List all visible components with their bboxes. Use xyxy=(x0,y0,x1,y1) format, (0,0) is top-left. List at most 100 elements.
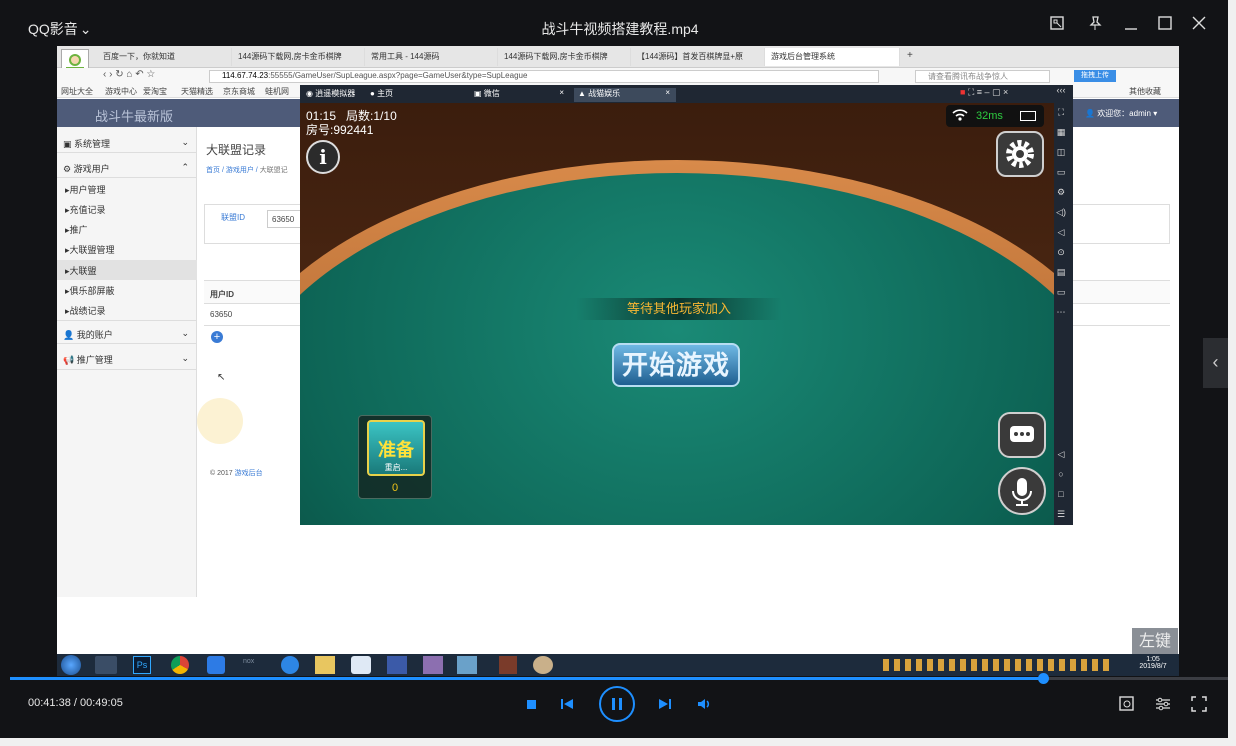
bookmark[interactable]: 网址大全 xyxy=(61,86,93,97)
emulator-window[interactable]: ◉ 逍遥模拟器 ● 主页 ▣ 微信 × ▲ 战猫娱乐 × ■ ⛶ ≡ – ▢ × 0… xyxy=(300,85,1073,525)
player-seat[interactable]: 准备 重启... 0 xyxy=(358,415,432,499)
browser-tab[interactable]: 常用工具 - 144源码 xyxy=(365,48,498,66)
taskbar-app-icon[interactable] xyxy=(457,656,477,674)
rotate-icon[interactable]: ▭ xyxy=(1054,167,1068,181)
browser-tab[interactable]: 144源码下载网,房卡金币棋牌 xyxy=(232,48,365,66)
start-game-button[interactable]: 开始游戏 xyxy=(612,343,740,387)
minimize-icon[interactable] xyxy=(1118,14,1144,40)
info-icon[interactable]: i xyxy=(306,140,340,174)
breadcrumb-link[interactable]: 首页 xyxy=(206,167,220,174)
browser-tab[interactable]: 【144源码】首发百棋牌显+原 xyxy=(631,48,765,66)
browser-tab[interactable]: 144源码下载网,房卡金币棋牌 xyxy=(498,48,631,66)
fullscreen-toggle-icon[interactable] xyxy=(1190,695,1208,713)
back-icon[interactable]: ◁ xyxy=(1054,449,1068,463)
emulator-tab[interactable]: ● 主页 xyxy=(366,88,466,102)
message-icon[interactable]: ▭ xyxy=(1054,287,1068,301)
menu-label: 战绩记录 xyxy=(69,306,106,316)
home-icon[interactable]: ○ xyxy=(1054,469,1068,483)
nox-icon[interactable]: nox xyxy=(243,658,263,672)
folder-icon[interactable] xyxy=(315,656,335,674)
pen-icon[interactable] xyxy=(207,656,225,674)
taskbar-app-icon[interactable] xyxy=(95,656,117,674)
recents-icon[interactable]: □ xyxy=(1054,489,1068,503)
bookmark[interactable]: 游戏中心 xyxy=(105,86,137,97)
side-panel-toggle[interactable]: ‹ xyxy=(1203,338,1228,388)
browser-tab[interactable]: 百度一下，你就知道 xyxy=(97,48,232,66)
system-tray[interactable] xyxy=(883,659,1113,671)
emulator-tab-active[interactable]: ▲ 战猫娱乐 × xyxy=(574,88,676,102)
sidebar-item-account[interactable]: 👤 我的账户 ⌄ xyxy=(57,320,197,344)
close-icon[interactable] xyxy=(1186,14,1212,40)
keyboard-icon[interactable]: ▦ xyxy=(1054,127,1068,141)
bookmark-other[interactable]: 其他收藏 xyxy=(1129,86,1161,97)
cloud-upload-button[interactable]: 拖拽上传 xyxy=(1074,70,1116,82)
pin-icon[interactable] xyxy=(1082,14,1108,40)
sidebar-item-promo[interactable]: 📢 推广管理 ⌄ xyxy=(57,346,197,370)
folder-icon[interactable]: ▤ xyxy=(1054,267,1068,281)
next-icon[interactable] xyxy=(656,695,674,713)
progress-handle[interactable] xyxy=(1038,673,1049,684)
browser-tab-active[interactable]: 游戏后台管理系统 xyxy=(765,48,900,66)
sidebar-item-system[interactable]: ▣ 系统管理 ⌄ xyxy=(57,131,197,153)
screenshot-icon[interactable] xyxy=(1044,14,1070,40)
user-menu[interactable]: 👤 欢迎您：admin ▾ xyxy=(1085,108,1157,119)
windows-start-icon[interactable] xyxy=(61,655,81,675)
sidebar-subitem[interactable]: ▸充值记录 xyxy=(57,203,197,216)
ping-value: 32ms xyxy=(976,110,1003,122)
url-field[interactable]: 114.67.74.23:55555/GameUser/SupLeague.as… xyxy=(209,70,879,83)
volume-icon[interactable] xyxy=(695,695,713,713)
volume-down-icon[interactable]: ◁ xyxy=(1054,227,1068,241)
chat-icon[interactable] xyxy=(998,412,1046,458)
chrome-icon[interactable] xyxy=(171,656,189,674)
volume-up-icon[interactable]: ◁) xyxy=(1054,207,1068,221)
breadcrumb-link[interactable]: 游戏用户 xyxy=(226,167,254,174)
microphone-icon[interactable] xyxy=(998,467,1046,515)
clock[interactable]: 1:05 2019/8/7 xyxy=(1131,656,1175,670)
bookmark[interactable]: 蛙机网 xyxy=(265,86,289,97)
location-icon[interactable]: ⊙ xyxy=(1054,247,1068,261)
nav-buttons[interactable]: ‹ › ↻ ⌂ ↶ ☆ xyxy=(103,69,155,80)
fullscreen-icon[interactable]: ⛶ xyxy=(1054,107,1068,121)
settings-gear-icon[interactable] xyxy=(996,131,1044,177)
bookmark[interactable]: 天猫精选 xyxy=(181,86,213,97)
sidebar-subitem[interactable]: ▸战绩记录 xyxy=(57,304,197,317)
taskbar-app-icon[interactable] xyxy=(499,656,517,674)
taskbar-app-icon[interactable] xyxy=(423,656,443,674)
new-tab-button[interactable]: + xyxy=(907,50,913,61)
maximize-icon[interactable] xyxy=(1152,14,1178,40)
sidebar-subitem[interactable]: ▸推广 xyxy=(57,223,197,236)
emulator-window-controls[interactable]: ■ ⛶ ≡ – ▢ × xyxy=(960,87,1008,98)
menu-label: 大联盟管理 xyxy=(69,245,115,255)
sidebar-subitem[interactable]: ▸用户管理 xyxy=(57,183,197,196)
s-app-icon[interactable] xyxy=(281,656,299,674)
brand-title: 战斗牛最新版 xyxy=(95,109,174,124)
sidebar-subitem[interactable]: ▸大联盟管理 xyxy=(57,243,197,256)
cloud-icon[interactable] xyxy=(351,656,371,674)
search-input[interactable]: 请查看腾讯布战争惊人 xyxy=(915,70,1050,83)
sidebar-subitem[interactable]: ▸俱乐部屏蔽 xyxy=(57,284,197,297)
footer-link[interactable]: 游戏后台 xyxy=(235,470,263,477)
bookmark[interactable]: 京东商城 xyxy=(223,86,255,97)
stop-icon[interactable] xyxy=(522,695,540,713)
app-menu[interactable]: QQ影音 ⌄ xyxy=(28,19,92,39)
photoshop-icon[interactable]: Ps xyxy=(133,656,151,674)
screenshot-icon[interactable]: ◫ xyxy=(1054,147,1068,161)
tab-label: 战猫娱乐 xyxy=(588,89,621,98)
game-scene[interactable]: 01:15 局数:1/10 房号:992441 i 32ms 等待其他玩家加入 … xyxy=(300,103,1054,525)
settings-sliders-icon[interactable] xyxy=(1154,695,1172,713)
emulator-tab[interactable]: ◉ 逍遥模拟器 xyxy=(302,88,362,102)
taskbar-app-icon[interactable] xyxy=(387,656,407,674)
bookmark[interactable]: 爱淘宝 xyxy=(143,86,167,97)
pause-button[interactable] xyxy=(599,686,635,722)
sidebar-subitem-active[interactable]: ▸大联盟 xyxy=(57,260,197,280)
previous-icon[interactable] xyxy=(558,695,576,713)
menu-icon[interactable]: ☰ xyxy=(1054,509,1068,523)
sidebar-item-game-users[interactable]: ⚙ 游戏用户 ⌃ xyxy=(57,156,197,178)
settings-icon[interactable]: ⚙ xyxy=(1054,187,1068,201)
toolbar-collapse-icon[interactable]: ‹‹‹ xyxy=(1054,85,1068,99)
add-icon[interactable]: + xyxy=(211,331,223,343)
screenshot-tool-icon[interactable] xyxy=(1118,695,1136,713)
emulator-tab[interactable]: ▣ 微信 × xyxy=(470,88,570,102)
more-icon[interactable]: ⋯ xyxy=(1054,307,1068,321)
taskbar-app-icon[interactable] xyxy=(533,656,553,674)
